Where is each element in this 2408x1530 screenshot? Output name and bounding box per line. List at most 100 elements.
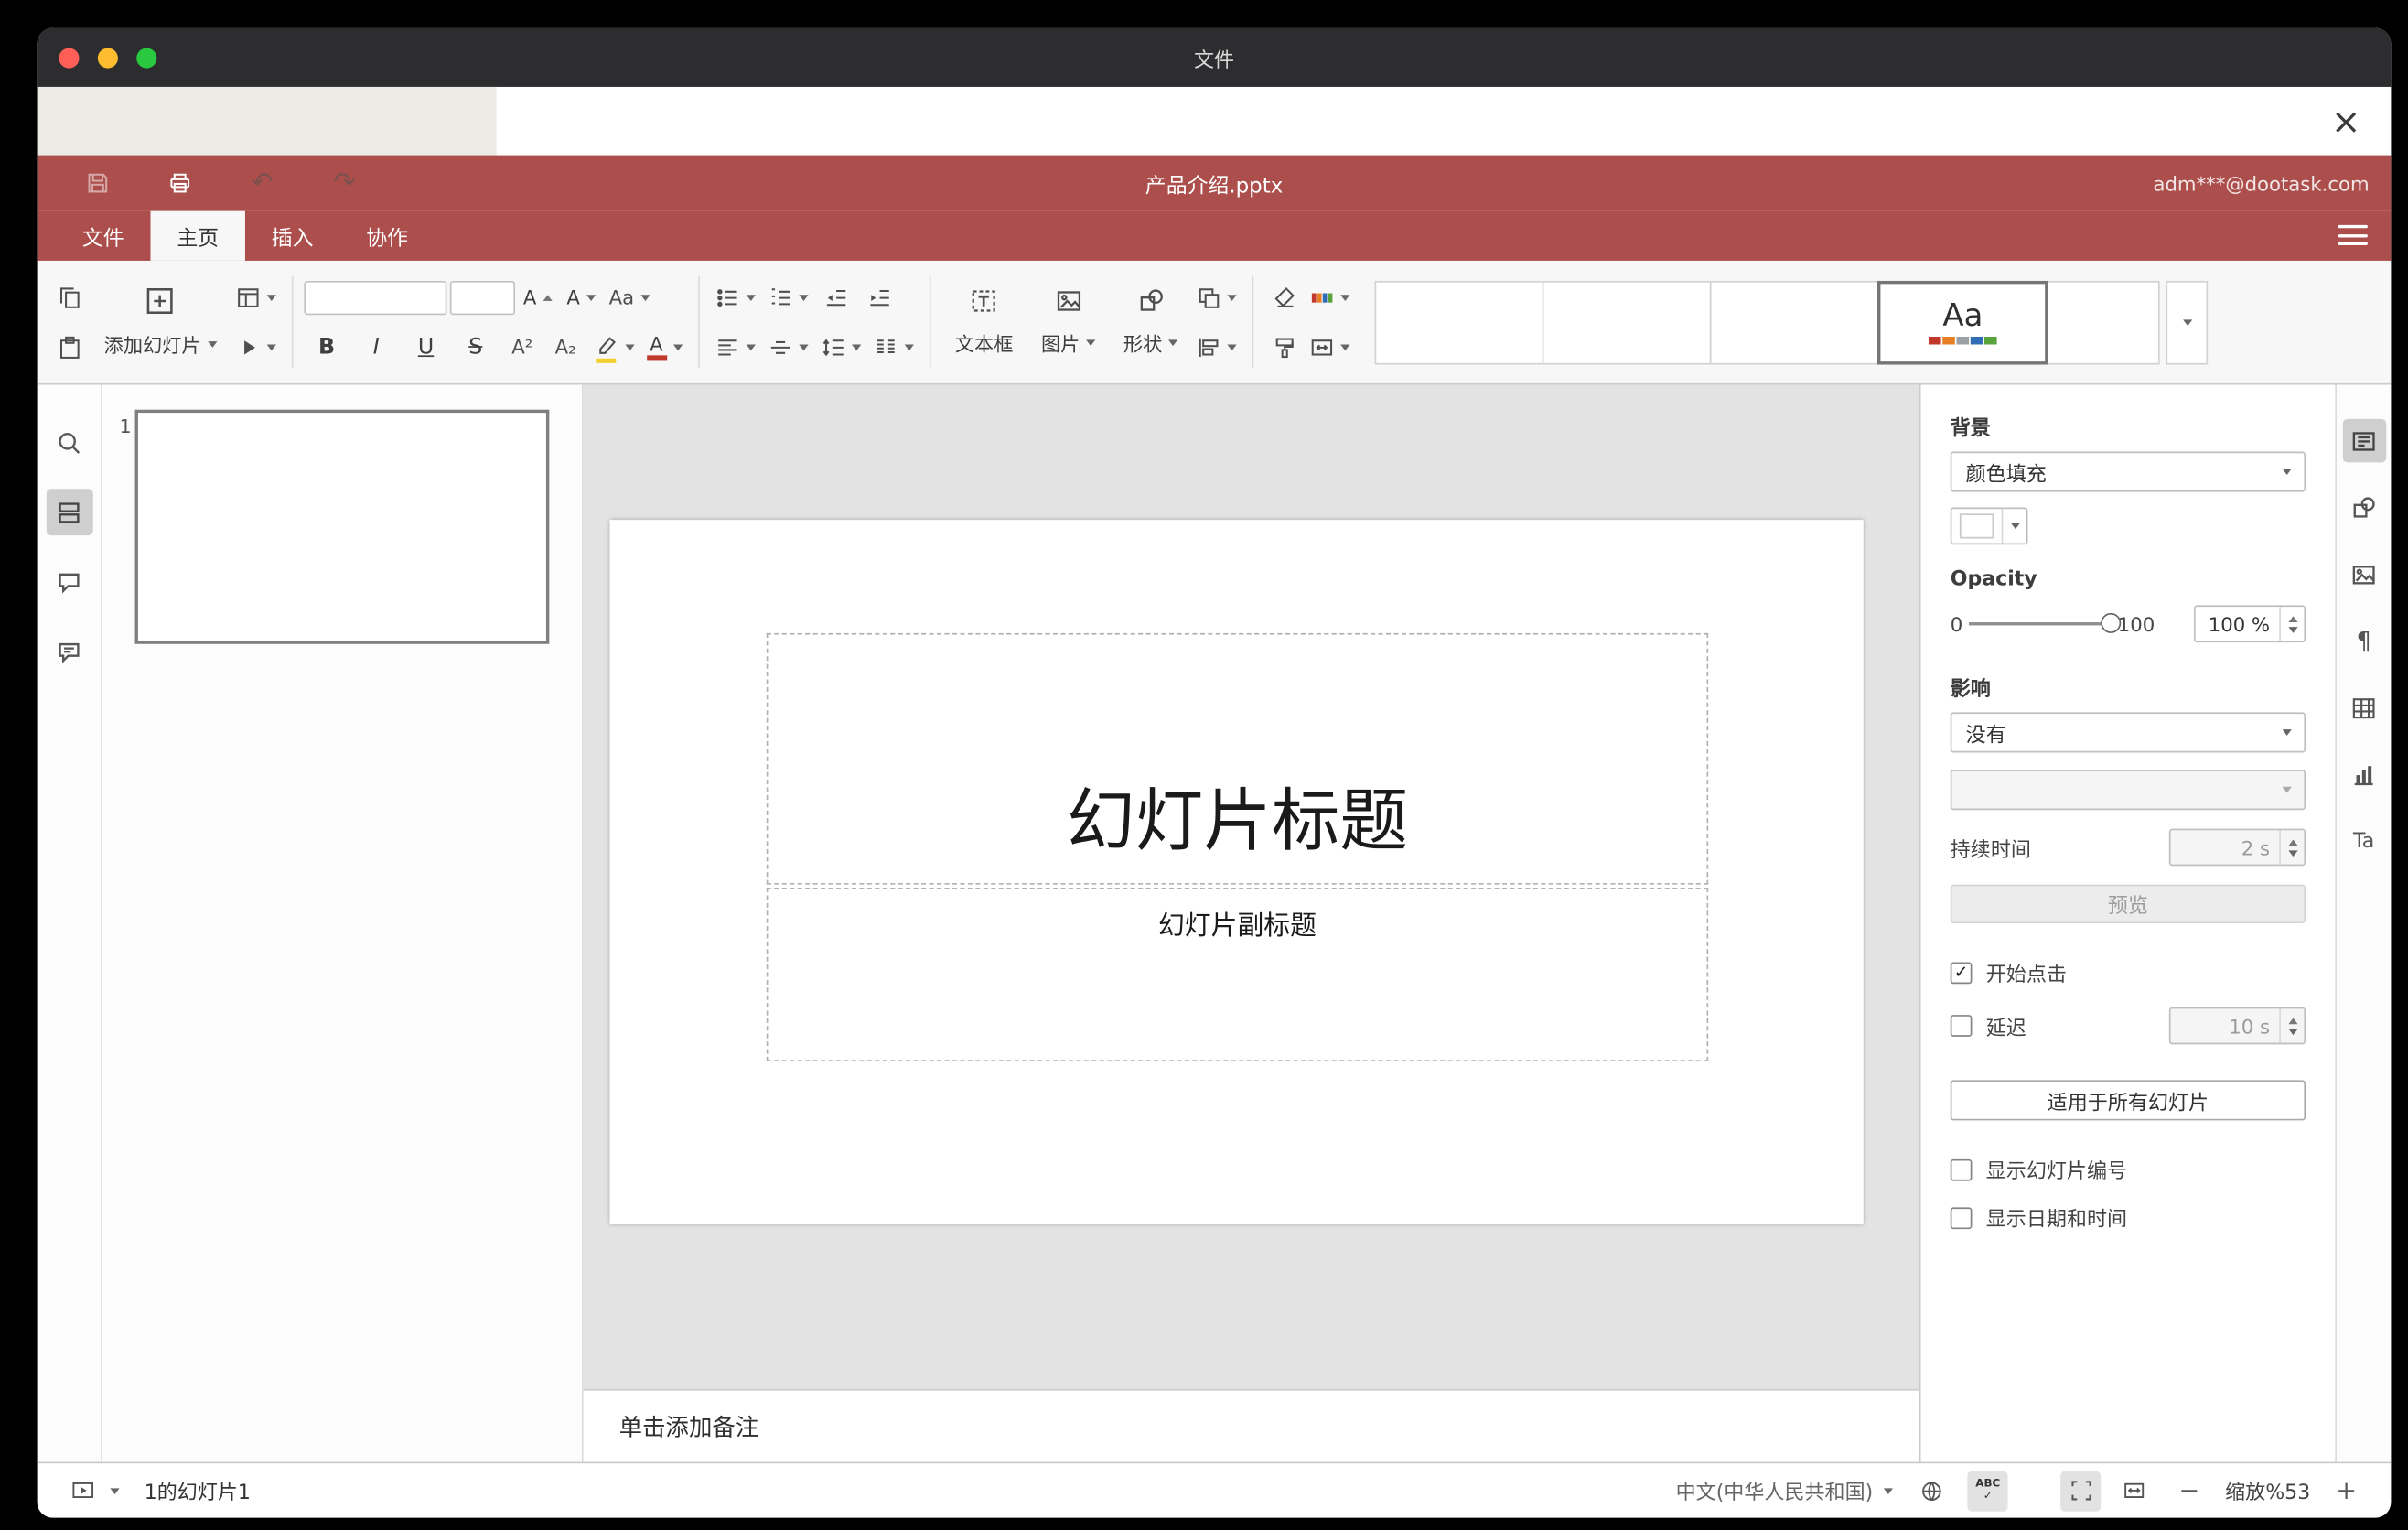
redo-button[interactable]: ↷	[324, 163, 364, 203]
slide-subtitle-placeholder[interactable]: 幻灯片副标题	[766, 888, 1709, 1061]
horizontal-align-button[interactable]	[710, 327, 759, 367]
spinner-arrows[interactable]	[2279, 607, 2304, 641]
chevron-down-icon[interactable]	[110, 1487, 120, 1494]
comments-button[interactable]	[46, 559, 92, 606]
columns-button[interactable]	[868, 327, 918, 367]
underline-button[interactable]: U	[403, 327, 449, 367]
strikethrough-button[interactable]: S	[452, 327, 499, 367]
opacity-slider[interactable]	[1968, 612, 2122, 633]
add-slide-button[interactable]: 添加幻灯片	[90, 261, 231, 383]
minimize-window-button[interactable]	[97, 48, 118, 69]
numbering-button[interactable]	[763, 277, 812, 318]
start-slideshow-button[interactable]	[231, 327, 280, 367]
textart-settings-button[interactable]: Ta	[2342, 819, 2385, 862]
show-slide-number-checkbox[interactable]	[1950, 1158, 1973, 1180]
theme-tile[interactable]	[1542, 280, 1712, 364]
background-color-picker[interactable]	[1950, 507, 2028, 545]
slide-settings-button[interactable]	[2341, 418, 2386, 463]
close-icon[interactable]: ×	[2323, 100, 2370, 146]
bullets-button[interactable]	[710, 277, 759, 318]
show-date-time-row[interactable]: 显示日期和时间	[1950, 1202, 2306, 1233]
font-size-combo[interactable]	[448, 280, 515, 315]
menu-hamburger-icon[interactable]	[2338, 224, 2368, 245]
paragraph-settings-button[interactable]: ¶	[2342, 620, 2385, 663]
theme-tile-selected[interactable]: Aa	[1877, 280, 2048, 364]
document-language-button[interactable]	[1912, 1471, 1952, 1511]
change-case-button[interactable]: Aa	[605, 277, 655, 318]
image-icon	[1057, 291, 1080, 311]
start-on-click-checkbox-row[interactable]: ✓ 开始点击	[1950, 957, 2306, 987]
font-color-button[interactable]: A	[641, 327, 686, 367]
chart-settings-button[interactable]	[2342, 753, 2385, 796]
search-button[interactable]	[46, 419, 92, 466]
undo-button[interactable]: ↶	[242, 163, 283, 203]
statusbar-right-group: 中文(中华人民共和国) ABC ✓ − 缩放%53 +	[1676, 1470, 2367, 1511]
effect-select[interactable]: 没有	[1950, 712, 2306, 753]
background-fill-select[interactable]: 颜色填充	[1950, 451, 2306, 492]
change-layout-button[interactable]	[231, 277, 280, 318]
clear-style-button[interactable]	[1264, 277, 1305, 318]
apply-to-all-slides-button[interactable]: 适用于所有幻灯片	[1950, 1080, 2306, 1121]
start-on-click-checkbox[interactable]: ✓	[1950, 961, 1973, 984]
subscript-button[interactable]: A₂	[545, 327, 586, 367]
insert-shape-button[interactable]: 形状	[1110, 261, 1192, 383]
slides-panel-button[interactable]	[46, 489, 92, 536]
dialog-header-left-area	[37, 86, 497, 156]
zoom-out-button[interactable]: −	[2169, 1476, 2209, 1505]
theme-tile[interactable]	[1374, 280, 1544, 364]
fit-slide-button[interactable]	[2060, 1470, 2102, 1511]
italic-button[interactable]: I	[353, 327, 400, 367]
language-selector[interactable]: 中文(中华人民共和国)	[1676, 1476, 1894, 1505]
theme-tile[interactable]	[2046, 280, 2160, 364]
insert-textbox-button[interactable]: 文本框	[941, 261, 1027, 383]
theme-tile[interactable]	[1709, 280, 1879, 364]
tab-file[interactable]: 文件	[56, 211, 150, 261]
decrease-indent-button[interactable]	[815, 277, 855, 318]
color-scheme-button[interactable]	[1305, 277, 1354, 318]
vertical-align-button[interactable]	[763, 327, 812, 367]
slide-title-placeholder[interactable]: 幻灯片标题	[766, 632, 1709, 885]
spellcheck-button[interactable]: ABC ✓	[1967, 1470, 2008, 1511]
fit-width-button[interactable]	[2113, 1471, 2154, 1511]
zoom-in-button[interactable]: +	[2327, 1476, 2366, 1505]
zoom-window-button[interactable]	[136, 48, 157, 69]
shape-settings-button[interactable]	[2342, 486, 2385, 529]
increase-font-button[interactable]: A	[518, 277, 558, 318]
table-settings-button[interactable]	[2342, 686, 2385, 729]
font-name-combo[interactable]	[303, 280, 446, 315]
bold-button[interactable]: B	[304, 327, 350, 367]
theme-gallery-more-button[interactable]	[2166, 280, 2209, 364]
decrease-font-button[interactable]: A	[561, 277, 601, 318]
slide-size-button[interactable]	[1305, 327, 1354, 367]
superscript-button[interactable]: A²	[502, 327, 543, 367]
chevron-down-icon	[207, 340, 217, 348]
opacity-slider-handle[interactable]	[2101, 612, 2122, 633]
delay-checkbox[interactable]	[1950, 1015, 1973, 1037]
copy-style-button[interactable]	[1264, 327, 1305, 367]
tab-collaboration[interactable]: 协作	[339, 211, 434, 261]
slide-editor[interactable]: 幻灯片标题 幻灯片副标题	[609, 520, 1864, 1225]
paste-button[interactable]	[49, 327, 90, 367]
arrange-shape-button[interactable]	[1192, 277, 1242, 318]
show-slide-number-row[interactable]: 显示幻灯片编号	[1950, 1155, 2306, 1184]
insert-image-button[interactable]: 图片	[1027, 261, 1110, 383]
align-shape-button[interactable]	[1192, 327, 1242, 367]
close-window-button[interactable]	[59, 48, 80, 69]
delay-checkbox-row[interactable]: 延迟 10 s	[1950, 1007, 2306, 1045]
tab-insert[interactable]: 插入	[245, 211, 339, 261]
print-button[interactable]	[160, 163, 200, 203]
show-date-time-checkbox[interactable]	[1950, 1206, 1973, 1229]
line-spacing-button[interactable]	[815, 327, 865, 367]
tab-home[interactable]: 主页	[150, 210, 245, 261]
notes-area[interactable]: 单击添加备注	[583, 1388, 1919, 1462]
opacity-value-input[interactable]: 100 %	[2193, 605, 2306, 643]
highlight-color-button[interactable]	[589, 327, 639, 367]
increase-indent-button[interactable]	[859, 277, 899, 318]
chat-button[interactable]	[46, 629, 92, 675]
start-slideshow-statusbar-button[interactable]	[62, 1471, 102, 1511]
image-settings-button[interactable]	[2342, 553, 2385, 596]
slide-thumbnail[interactable]	[134, 409, 550, 644]
chevron-down-icon	[1086, 339, 1096, 346]
copy-button[interactable]	[49, 277, 90, 318]
save-button[interactable]	[78, 163, 118, 203]
